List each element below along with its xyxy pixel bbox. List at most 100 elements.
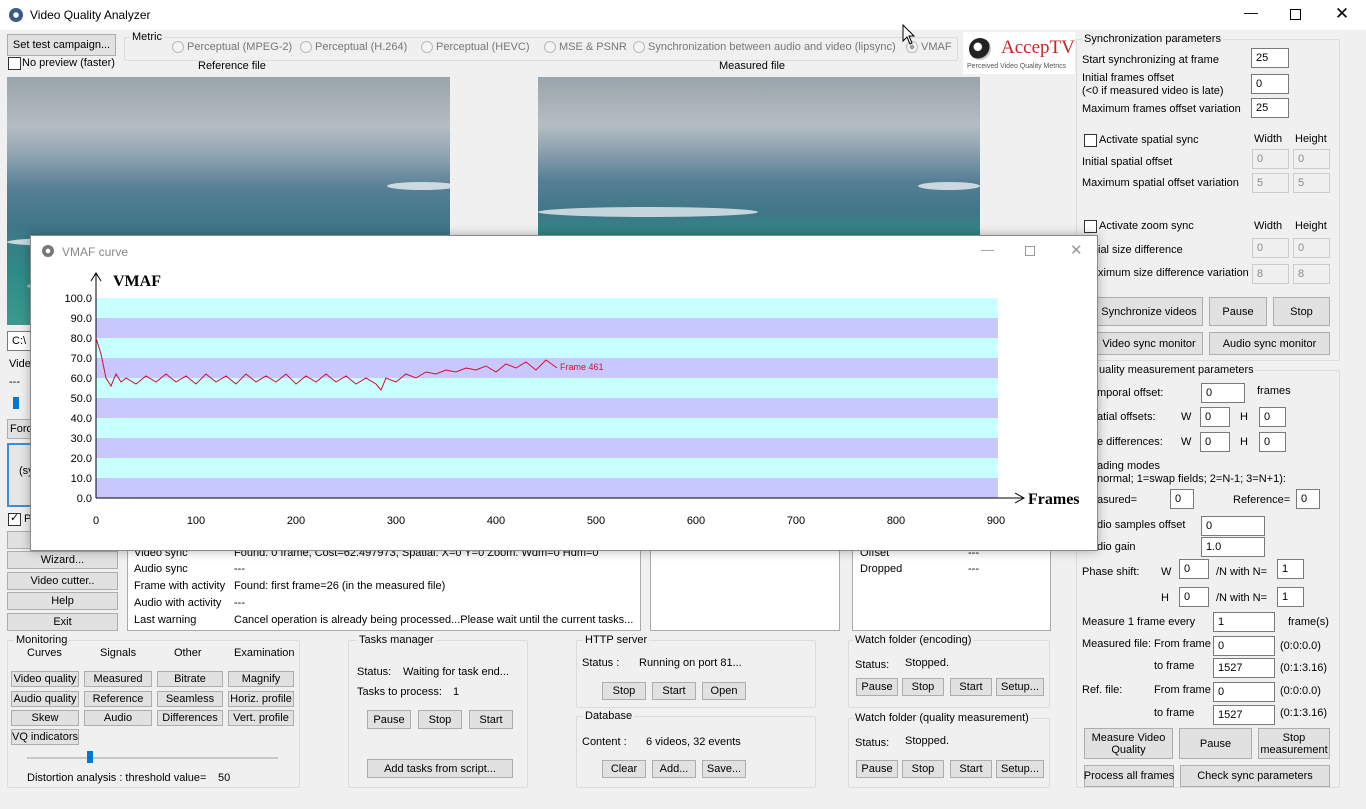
wizard-button[interactable]: Wizard... <box>7 551 118 569</box>
max-spatial-h[interactable]: 5 <box>1293 173 1330 193</box>
seamless-button[interactable]: Seamless <box>157 691 223 707</box>
measured-button[interactable]: Measured <box>84 671 152 687</box>
measure-pause-button[interactable]: Pause <box>1179 728 1252 759</box>
audio-gain-field[interactable]: 1.0 <box>1201 537 1265 557</box>
close-icon[interactable]: ✕ <box>1319 4 1365 24</box>
force-button[interactable]: Forc <box>7 419 32 439</box>
help-button[interactable]: Help <box>7 592 118 610</box>
metric-radio-hevc[interactable] <box>421 41 433 53</box>
initial-spatial-h[interactable]: 0 <box>1293 149 1330 169</box>
hidden-button[interactable] <box>7 531 32 549</box>
spatial-sync-checkbox[interactable] <box>1084 134 1097 147</box>
tasks-start-button[interactable]: Start <box>469 710 513 729</box>
sync-pause-button[interactable]: Pause <box>1209 297 1267 326</box>
phase-h-field[interactable]: 0 <box>1179 587 1209 607</box>
file-path-field[interactable]: C:\ <box>7 331 32 351</box>
watch-quality-start-button[interactable]: Start <box>950 760 992 778</box>
watch-quality-stop-button[interactable]: Stop <box>902 760 944 778</box>
horiz-profile-button[interactable]: Horiz. profile <box>228 691 294 707</box>
metric-radio-h264[interactable] <box>300 41 312 53</box>
position-slider-thumb[interactable] <box>13 397 19 409</box>
exit-button[interactable]: Exit <box>7 613 118 631</box>
vert-profile-button[interactable]: Vert. profile <box>228 710 294 726</box>
http-start-button[interactable]: Start <box>652 682 696 700</box>
zoom-sync-checkbox[interactable] <box>1084 220 1097 233</box>
process-all-frames-button[interactable]: Process all frames <box>1084 765 1174 787</box>
metric-radio-mpeg2[interactable] <box>172 41 184 53</box>
vmaf-maximize-icon[interactable] <box>1025 246 1035 256</box>
database-add-button[interactable]: Add... <box>652 760 696 778</box>
database-clear-button[interactable]: Clear <box>602 760 646 778</box>
no-preview-checkbox[interactable] <box>8 57 21 70</box>
audio-sync-monitor-button[interactable]: Audio sync monitor <box>1209 332 1330 355</box>
maximize-icon[interactable] <box>1290 9 1301 20</box>
measured-from-field[interactable]: 0 <box>1213 636 1275 656</box>
minimize-icon[interactable]: — <box>1228 4 1274 20</box>
vmaf-close-icon[interactable]: ✕ <box>1070 241 1083 259</box>
phase-h-n-field[interactable]: 1 <box>1277 587 1304 607</box>
max-size-w[interactable]: 8 <box>1252 264 1289 284</box>
differences-button[interactable]: Differences <box>157 710 223 726</box>
tasks-stop-button[interactable]: Stop <box>418 710 462 729</box>
initial-size-w[interactable]: 0 <box>1252 238 1289 258</box>
vq-indicators-button[interactable]: VQ indicators <box>11 729 79 745</box>
magnify-button[interactable]: Magnify <box>228 671 294 687</box>
http-stop-button[interactable]: Stop <box>602 682 646 700</box>
start-sync-field[interactable]: 25 <box>1251 48 1289 68</box>
check-sync-params-button[interactable]: Check sync parameters <box>1180 765 1330 787</box>
phase-w-n-field[interactable]: 1 <box>1277 559 1304 579</box>
max-spatial-w[interactable]: 5 <box>1252 173 1289 193</box>
watch-encoding-setup-button[interactable]: Setup... <box>996 678 1044 696</box>
threshold-slider-track[interactable] <box>27 757 278 759</box>
initial-offset-field[interactable]: 0 <box>1251 74 1289 94</box>
ref-to-field[interactable]: 1527 <box>1213 705 1275 725</box>
chart-band <box>96 338 998 358</box>
tasks-pause-button[interactable]: Pause <box>367 710 411 729</box>
reference-button[interactable]: Reference <box>84 691 152 707</box>
title-bar[interactable]: Video Quality Analyzer — ✕ <box>0 0 1366 30</box>
phase-w-field[interactable]: 0 <box>1179 559 1209 579</box>
video-sync-monitor-button[interactable]: Video sync monitor <box>1095 332 1203 355</box>
max-size-h[interactable]: 8 <box>1293 264 1330 284</box>
reference-mode-field[interactable]: 0 <box>1296 489 1320 509</box>
watch-encoding-stop-button[interactable]: Stop <box>902 678 944 696</box>
measure-video-quality-button[interactable]: Measure Video Quality <box>1084 728 1173 759</box>
synchronize-videos-button[interactable]: Synchronize videos <box>1095 297 1203 326</box>
http-open-button[interactable]: Open <box>702 682 746 700</box>
size-differences-h[interactable]: 0 <box>1259 432 1286 452</box>
p-checkbox[interactable]: ✓ <box>8 512 21 526</box>
ref-from-field[interactable]: 0 <box>1213 682 1275 702</box>
bitrate-button[interactable]: Bitrate <box>157 671 223 687</box>
initial-spatial-w[interactable]: 0 <box>1252 149 1289 169</box>
metric-radio-lipsync[interactable] <box>633 41 645 53</box>
max-offset-field[interactable]: 25 <box>1251 98 1289 118</box>
watch-quality-setup-button[interactable]: Setup... <box>996 760 1044 778</box>
watch-encoding-pause-button[interactable]: Pause <box>856 678 898 696</box>
measure-every-field[interactable]: 1 <box>1213 612 1275 632</box>
database-save-button[interactable]: Save... <box>702 760 746 778</box>
threshold-slider-thumb[interactable] <box>86 751 93 763</box>
skew-button[interactable]: Skew <box>11 710 79 726</box>
video-cutter-button[interactable]: Video cutter.. <box>7 572 118 590</box>
watch-quality-pause-button[interactable]: Pause <box>856 760 898 778</box>
audio-quality-button[interactable]: Audio quality <box>11 691 79 707</box>
size-differences-w[interactable]: 0 <box>1200 432 1230 452</box>
set-test-campaign-button[interactable]: Set test campaign... <box>7 34 116 56</box>
spatial-offsets-w[interactable]: 0 <box>1200 407 1230 427</box>
metric-radio-mse-psnr[interactable] <box>544 41 556 53</box>
audio-button[interactable]: Audio <box>84 710 152 726</box>
measured-to-field[interactable]: 1527 <box>1213 658 1275 678</box>
vmaf-window-titlebar[interactable]: VMAF curve — ✕ <box>31 236 1097 266</box>
vmaf-minimize-icon[interactable]: — <box>981 242 994 257</box>
video-quality-button[interactable]: Video quality <box>11 671 79 687</box>
watch-encoding-start-button[interactable]: Start <box>950 678 992 696</box>
sync-stop-button[interactable]: Stop <box>1273 297 1330 326</box>
audio-offset-field[interactable]: 0 <box>1201 516 1265 536</box>
temporal-offset-field[interactable]: 0 <box>1201 383 1245 403</box>
add-tasks-script-button[interactable]: Add tasks from script... <box>367 759 513 778</box>
measured-mode-field[interactable]: 0 <box>1170 489 1194 509</box>
stop-measurement-button[interactable]: Stop measurement <box>1258 728 1330 759</box>
initial-size-h[interactable]: 0 <box>1293 238 1330 258</box>
vmaf-curve-window[interactable]: VMAF curve — ✕ 0.0 10.0 20.0 30.0 40.0 50.0 60… <box>30 235 1098 551</box>
spatial-offsets-h[interactable]: 0 <box>1259 407 1286 427</box>
